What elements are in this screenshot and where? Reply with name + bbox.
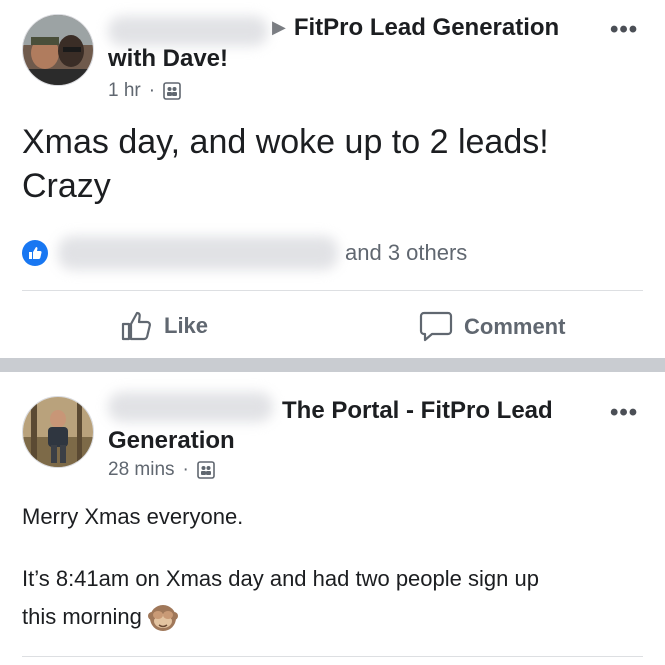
like-label: Like: [164, 313, 209, 338]
meta-separator: ·: [148, 80, 156, 101]
reactor-names-redacted: [58, 236, 338, 270]
post-text-line: Xmas day, and woke up to 2 leads!: [22, 123, 549, 161]
comment-button[interactable]: Comment: [418, 310, 565, 344]
feed-post: ▶ FitPro Lead Generation ••• with Dave! 1…: [0, 0, 665, 358]
group-name-line[interactable]: ▶ FitPro Lead Generation: [272, 14, 559, 42]
avatar-photo: [23, 15, 93, 85]
author-avatar[interactable]: [22, 14, 94, 86]
more-options-button[interactable]: •••: [610, 399, 638, 427]
post-meta: 28 mins ·: [108, 459, 215, 481]
post-text-fragment: this morning: [22, 604, 142, 629]
group-name-continued[interactable]: Generation: [108, 427, 235, 455]
post-separator: [0, 358, 665, 372]
like-button[interactable]: Like: [120, 310, 208, 342]
author-name-redacted[interactable]: [108, 392, 273, 422]
post-text-paragraph: It’s 8:41am on Xmas day and had two peop…: [22, 560, 539, 636]
more-options-button[interactable]: •••: [610, 16, 638, 44]
author-name-redacted[interactable]: [108, 16, 268, 46]
divider-line: [22, 656, 643, 657]
timestamp[interactable]: 1 hr: [108, 80, 141, 102]
author-avatar[interactable]: [22, 396, 94, 468]
post-text-line: It’s 8:41am on Xmas day and had two peop…: [22, 566, 539, 591]
post-text-line: Crazy: [22, 167, 111, 205]
divider-line: [22, 290, 643, 291]
group-audience-icon: [163, 82, 181, 100]
post-text-line: this morning: [22, 598, 539, 636]
post-text-paragraph: Merry Xmas everyone.: [22, 504, 244, 529]
group-name-line[interactable]: The Portal - FitPro Lead: [282, 397, 553, 425]
feed-post: The Portal - FitPro Lead ••• Generation …: [0, 372, 665, 665]
see-no-evil-monkey-icon: [147, 605, 178, 632]
reactions-summary[interactable]: [22, 240, 48, 266]
avatar-photo: [23, 397, 93, 467]
thumbs-up-icon: [121, 311, 151, 341]
triangle-arrow-icon: ▶: [272, 17, 286, 37]
comment-label: Comment: [464, 314, 566, 339]
like-reaction-icon: [22, 240, 48, 266]
comment-bubble-icon: [419, 311, 453, 342]
timestamp[interactable]: 28 mins: [108, 459, 175, 481]
group-audience-icon: [197, 461, 215, 479]
post-meta: 1 hr ·: [108, 80, 181, 102]
group-name[interactable]: FitPro Lead Generation: [294, 14, 559, 41]
post-text: Xmas day, and woke up to 2 leads! Crazy: [22, 120, 549, 208]
reactions-others[interactable]: and 3 others: [345, 240, 467, 266]
meta-separator: ·: [182, 459, 189, 480]
author-continued: with Dave!: [108, 45, 229, 72]
group-name[interactable]: The Portal - FitPro Lead: [282, 397, 553, 424]
